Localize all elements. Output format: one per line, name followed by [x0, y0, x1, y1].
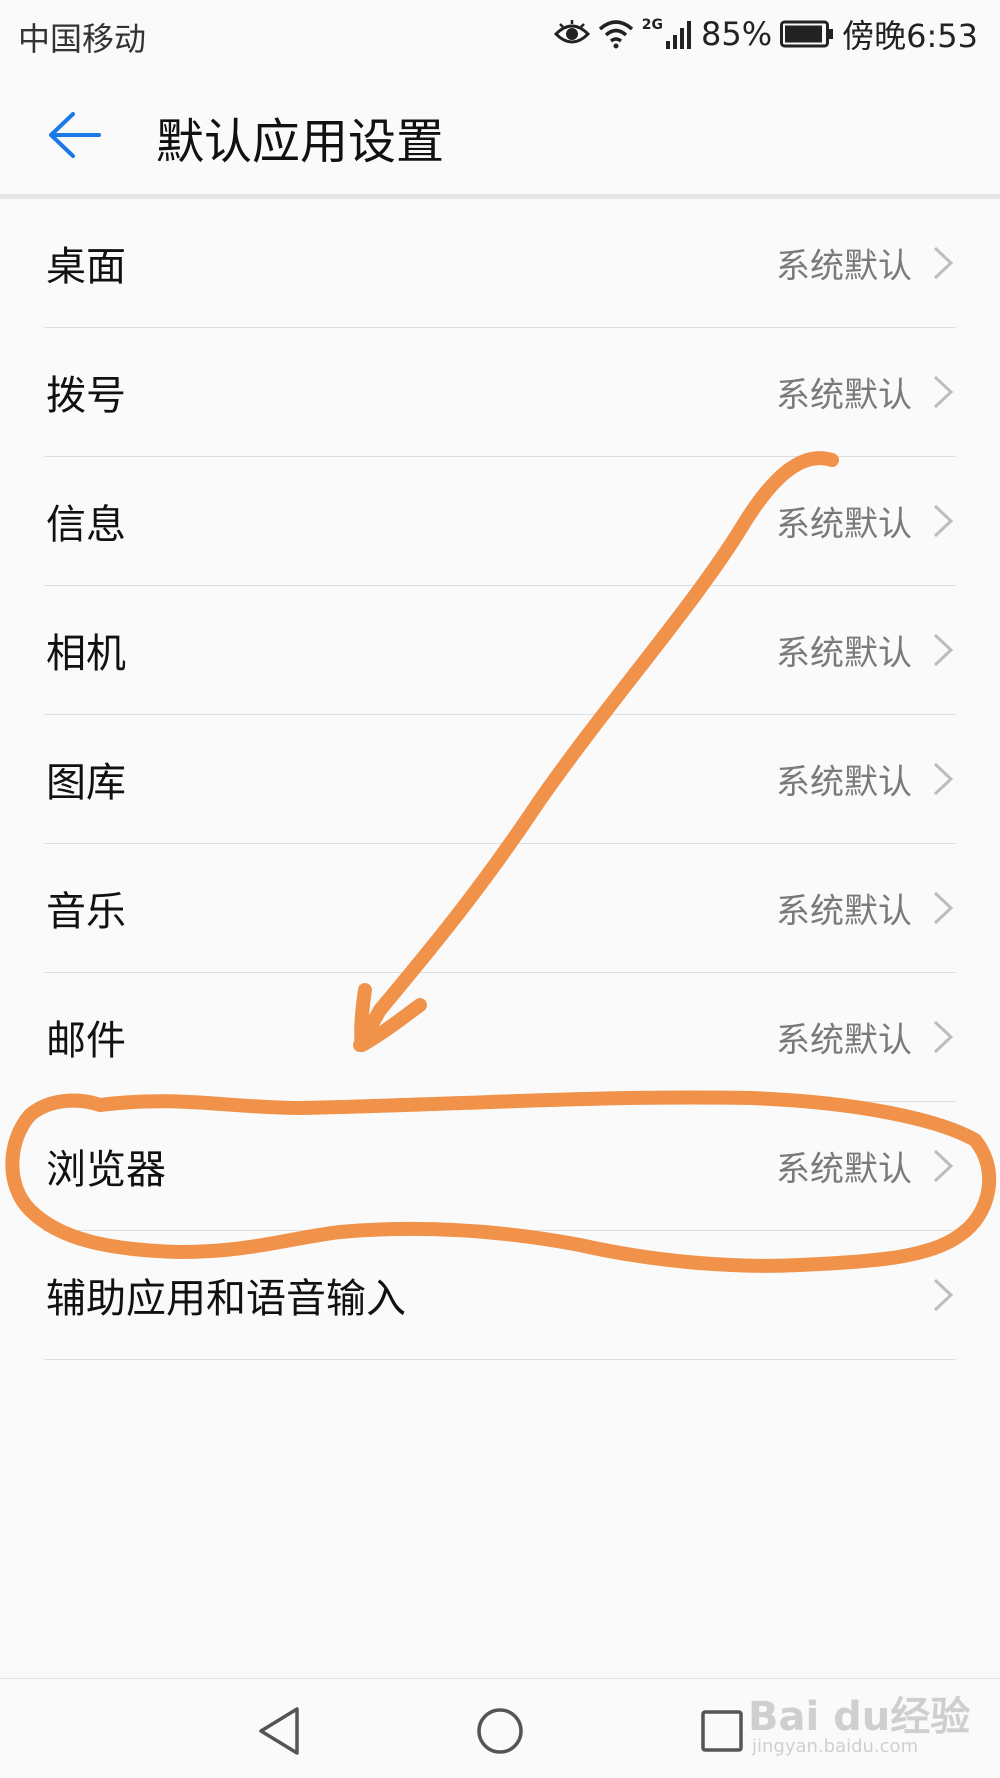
list-item-dialer[interactable]: 拨号 系统默认 [44, 328, 956, 457]
item-value: 系统默认 [776, 762, 912, 803]
page-title: 默认应用设置 [156, 114, 445, 170]
chevron-right-icon [933, 375, 954, 409]
item-label: 邮件 [46, 1018, 126, 1064]
watermark-url: jingyan.baidu.com [752, 1736, 919, 1757]
list-item-camera[interactable]: 相机 系统默认 [44, 586, 956, 715]
back-button[interactable] [40, 100, 110, 170]
status-icons: 2G 85% 傍晚6:53 [553, 10, 978, 58]
chevron-right-icon [933, 504, 954, 538]
item-value: 系统默认 [776, 633, 912, 674]
item-label: 相机 [46, 631, 126, 677]
chevron-right-icon [933, 1020, 954, 1054]
item-label: 桌面 [46, 244, 126, 290]
nav-home-icon[interactable] [472, 1703, 528, 1759]
list-item-gallery[interactable]: 图库 系统默认 [44, 715, 956, 844]
battery-percent: 85% [701, 15, 773, 53]
chevron-right-icon [933, 1278, 954, 1312]
list-item-messages[interactable]: 信息 系统默认 [44, 457, 956, 586]
signal-icon [665, 19, 693, 49]
carrier-name: 中国移动 [18, 20, 147, 58]
nav-recent-apps-icon[interactable] [694, 1703, 750, 1759]
item-label: 信息 [46, 502, 126, 548]
item-label: 辅助应用和语音输入 [46, 1276, 406, 1322]
chevron-right-icon [933, 633, 954, 667]
item-value: 系统默认 [776, 1020, 912, 1061]
arrow-left-icon [49, 112, 101, 158]
list-item-browser[interactable]: 浏览器 系统默认 [44, 1102, 956, 1231]
list-item-email[interactable]: 邮件 系统默认 [44, 973, 956, 1102]
item-value: 系统默认 [776, 1149, 912, 1190]
chevron-right-icon [933, 1149, 954, 1183]
nav-back-icon[interactable] [253, 1703, 309, 1759]
item-label: 图库 [46, 760, 126, 806]
eye-comfort-icon [553, 20, 590, 48]
chevron-right-icon [933, 891, 954, 925]
battery-icon [780, 20, 834, 48]
list-item-music[interactable]: 音乐 系统默认 [44, 844, 956, 973]
status-bar: 中国移动 2G 85% 傍晚6:53 [0, 0, 1000, 70]
list-item-launcher[interactable]: 桌面 系统默认 [44, 199, 956, 328]
item-value: 系统默认 [776, 891, 912, 932]
network-type: 2G [641, 17, 663, 33]
watermark-brand: Bai du经验 [748, 1694, 971, 1740]
chevron-right-icon [933, 246, 954, 280]
clock: 傍晚6:53 [842, 17, 978, 55]
item-value: 系统默认 [776, 504, 912, 545]
item-label: 音乐 [46, 889, 126, 935]
baidu-jingyan-watermark: Bai du经验 jingyan.baidu.com [748, 1684, 970, 1764]
item-label: 拨号 [46, 373, 126, 419]
chevron-right-icon [933, 762, 954, 796]
item-label: 浏览器 [46, 1147, 166, 1193]
list-item-assist-voice-input[interactable]: 辅助应用和语音输入 [44, 1231, 956, 1360]
item-value: 系统默认 [776, 375, 912, 416]
app-header: 默认应用设置 [0, 70, 1000, 198]
item-value: 系统默认 [776, 246, 912, 287]
screen: 中国移动 2G 85% 傍晚6:53 默认应用设置 桌面 系统默认 拨号 系统默… [0, 0, 1000, 1778]
default-apps-list: 桌面 系统默认 拨号 系统默认 信息 系统默认 相机 系统默认 图库 系统默认 … [0, 199, 1000, 1360]
wifi-icon [598, 19, 634, 49]
